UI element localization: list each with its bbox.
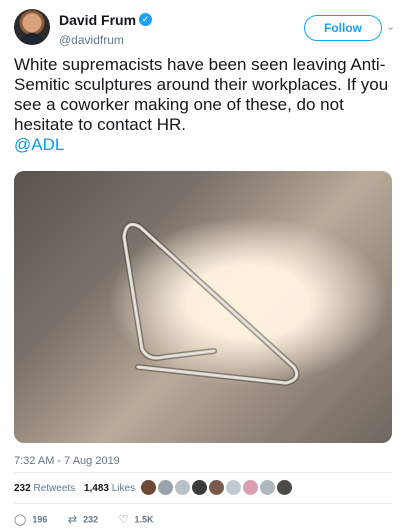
author-names: David Frum ✓ @davidfrum [59, 11, 153, 47]
tweet-text: White supremacists have been seen leavin… [14, 55, 394, 155]
tweet-actions: ◯ 196 ⇄ 232 ♡ 1.5K [14, 513, 172, 526]
follow-button[interactable]: Follow [304, 15, 382, 41]
tweet-timestamp[interactable]: 7:32 AM - 7 Aug 2019 [14, 455, 120, 467]
retweet-count: 232 [83, 514, 99, 525]
liker-avatar[interactable] [226, 480, 241, 496]
liker-avatar[interactable] [209, 480, 224, 496]
reply-count: 196 [32, 514, 48, 525]
engagement-stats: 232 Retweets 1,483 Likes [14, 483, 141, 497]
heart-icon: ♡ [118, 514, 129, 526]
retweet-icon: ⇄ [67, 514, 78, 526]
likes-stat[interactable]: 1,483 Likes [84, 483, 135, 494]
retweets-stat[interactable]: 232 Retweets [14, 483, 75, 494]
likes-count: 1,483 [83, 483, 109, 494]
like-count: 1.5K [134, 514, 154, 525]
handle[interactable]: @davidfrum [59, 33, 152, 47]
liker-avatar[interactable] [141, 480, 156, 496]
liker-avatar[interactable] [277, 480, 292, 496]
like-button[interactable]: ♡ 1.5K [119, 513, 154, 526]
liker-avatar[interactable] [192, 480, 207, 496]
liker-avatar[interactable] [260, 480, 275, 496]
chevron-down-icon[interactable]: ⌄ [386, 20, 395, 33]
retweets-count: 232 [14, 483, 31, 494]
avatar[interactable] [14, 9, 50, 45]
mention-link[interactable]: @ADL [14, 135, 394, 155]
reply-icon: ◯ [14, 514, 27, 526]
likes-label: Likes [111, 483, 136, 494]
tweet-header: David Frum ✓ @davidfrum Follow ⌄ [14, 9, 395, 49]
liker-avatars [141, 479, 294, 499]
liker-avatar[interactable] [158, 480, 173, 496]
liker-avatar[interactable] [243, 480, 258, 496]
liker-avatar[interactable] [175, 480, 190, 496]
paperclip-illustration [121, 221, 300, 386]
tweet-photo[interactable] [14, 171, 392, 443]
divider [14, 472, 392, 473]
retweet-button[interactable]: ⇄ 232 [68, 513, 98, 526]
divider [14, 503, 392, 504]
reply-button[interactable]: ◯ 196 [14, 513, 47, 526]
display-name[interactable]: David Frum [59, 12, 136, 28]
verified-badge-icon: ✓ [139, 13, 153, 27]
retweets-label: Retweets [33, 483, 76, 494]
tweet-body: White supremacists have been seen leavin… [14, 55, 389, 134]
